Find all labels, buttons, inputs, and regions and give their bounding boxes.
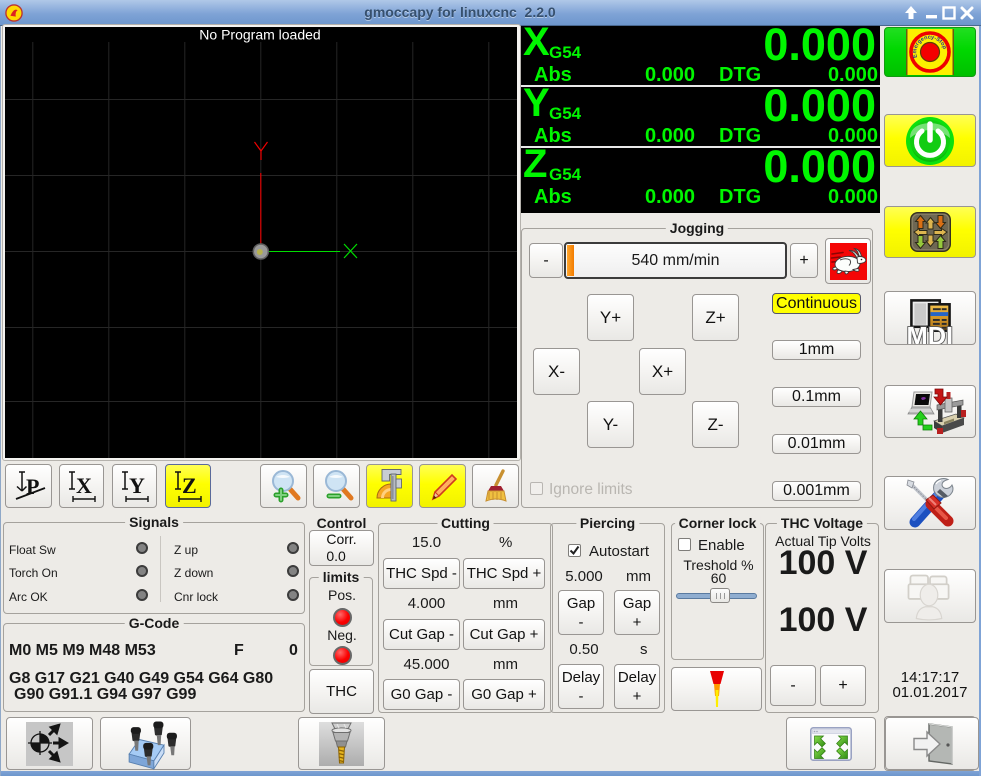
- svg-text:MDI: MDI: [907, 322, 954, 345]
- svg-text:Z: Z: [182, 473, 197, 498]
- svg-text:Y: Y: [129, 473, 145, 498]
- svg-text:No Program loaded: No Program loaded: [199, 27, 320, 43]
- svg-text:X: X: [76, 473, 92, 498]
